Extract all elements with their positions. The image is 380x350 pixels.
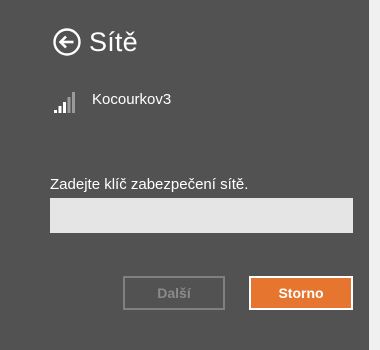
wifi-signal-bars-icon <box>54 92 75 113</box>
network-panel: Sítě Kocourkov3 Zadejte klíč zabezpečení… <box>0 0 369 350</box>
network-name: Kocourkov3 <box>92 91 172 108</box>
page-title: Sítě <box>89 26 138 57</box>
cancel-button[interactable]: Storno <box>249 276 353 310</box>
network-item[interactable]: Kocourkov3 <box>53 88 171 114</box>
next-button[interactable]: Další <box>123 276 225 310</box>
back-arrow-circle-icon[interactable] <box>52 27 82 57</box>
security-key-input[interactable] <box>50 198 353 233</box>
security-key-label: Zadejte klíč zabezpečení sítě. <box>50 176 249 193</box>
panel-header: Sítě <box>49 22 138 62</box>
window-edge <box>369 0 380 350</box>
back-button[interactable] <box>49 24 85 60</box>
